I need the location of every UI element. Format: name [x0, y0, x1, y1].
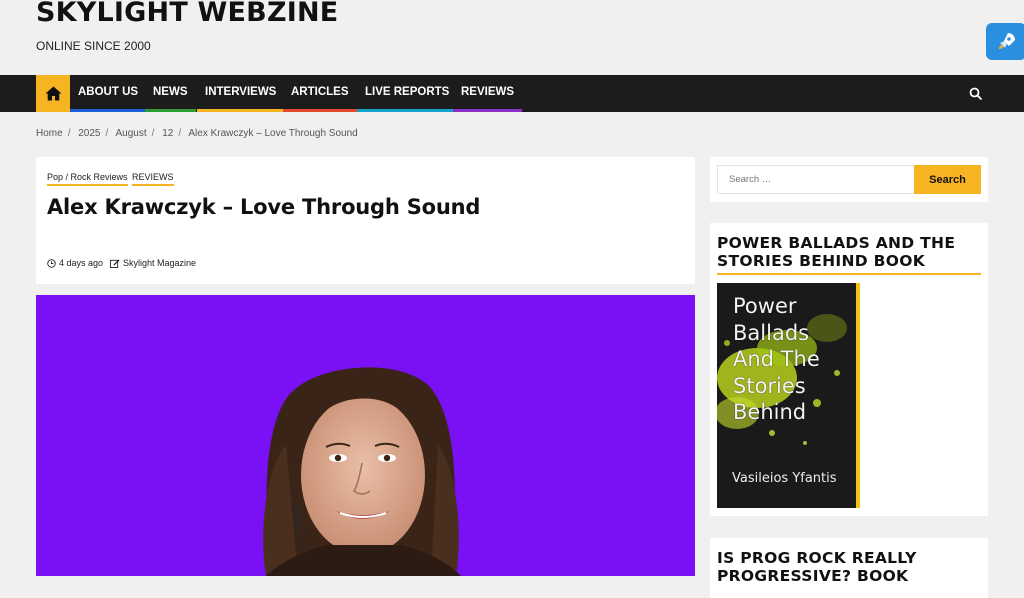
featured-image [36, 295, 695, 576]
nav-item-reviews[interactable]: REVIEWS [453, 75, 523, 112]
nav-search-button[interactable] [968, 86, 984, 102]
post-date-text: 4 days ago [59, 258, 104, 268]
category-link-reviews[interactable]: REVIEWS [132, 172, 174, 186]
nav-item-label: NEWS [153, 86, 188, 98]
nav-item-label: INTERVIEWS [205, 86, 277, 98]
breadcrumb-day[interactable]: 12 [162, 128, 173, 139]
nav-item-label: REVIEWS [461, 86, 515, 98]
category-link-pop-rock[interactable]: Pop / Rock Reviews [47, 172, 128, 186]
widget-title-text: IS PROG ROCK REALLY PROGRESSIVE? BOOK [717, 549, 917, 585]
article-header: Pop / Rock Reviews REVIEWS Alex Krawczyk… [36, 157, 695, 284]
widget-title: IS PROG ROCK REALLY PROGRESSIVE? BOOK [717, 549, 981, 587]
nav-underline [70, 109, 147, 112]
nav-underline [357, 109, 458, 112]
book-cover[interactable]: Power Ballads And The Stories Behind Vas… [717, 283, 860, 508]
search-input[interactable] [717, 165, 915, 194]
site-title[interactable]: SKYLIGHT WEBZINE [36, 0, 338, 28]
nav-underline [145, 109, 196, 112]
search-icon [969, 87, 982, 100]
nav-item-articles[interactable]: ARTICLES [283, 75, 357, 112]
widget-title-underline [717, 273, 981, 275]
main-nav: ABOUT US NEWS INTERVIEWS ARTICLES LIVE R… [0, 75, 1024, 112]
book-title: Power Ballads And The Stories Behind [733, 294, 820, 424]
search-button[interactable]: Search [914, 165, 981, 194]
nav-item-news[interactable]: NEWS [145, 75, 196, 112]
nav-item-interviews[interactable]: INTERVIEWS [197, 75, 285, 112]
home-button[interactable] [36, 75, 70, 112]
widget-title-text: POWER BALLADS AND THE STORIES BEHIND BOO… [717, 234, 956, 270]
breadcrumb-month[interactable]: August [116, 128, 147, 139]
sidebar-search-widget: Search [710, 157, 988, 202]
nav-item-label: ARTICLES [291, 86, 349, 98]
breadcrumb: Home/ 2025/ August/ 12/ Alex Krawczyk – … [36, 128, 358, 139]
nav-item-live-reports[interactable]: LIVE REPORTS [357, 75, 458, 112]
breadcrumb-year[interactable]: 2025 [78, 128, 100, 139]
edit-icon [110, 258, 120, 268]
site-tagline: ONLINE SINCE 2000 [36, 39, 151, 53]
home-icon [45, 86, 61, 101]
book-author: Vasileios Yfantis [732, 471, 837, 486]
nav-underline [453, 109, 523, 112]
book-spine [856, 283, 860, 508]
site-header: SKYLIGHT WEBZINE ONLINE SINCE 2000 [0, 0, 1024, 75]
breadcrumb-current: Alex Krawczyk – Love Through Sound [188, 128, 358, 139]
book-widget-power-ballads: POWER BALLADS AND THE STORIES BEHIND BOO… [710, 223, 988, 516]
post-date[interactable]: 4 days ago [47, 258, 103, 268]
post-author-text: Skylight Magazine [123, 258, 197, 268]
clock-icon [47, 258, 56, 268]
portrait-photo [263, 367, 461, 576]
post-author[interactable]: Skylight Magazine [110, 258, 196, 268]
nav-item-about-us[interactable]: ABOUT US [70, 75, 147, 112]
widget-title: POWER BALLADS AND THE STORIES BEHIND BOO… [717, 234, 981, 275]
nav-item-label: LIVE REPORTS [365, 86, 450, 98]
book-widget-prog-rock: IS PROG ROCK REALLY PROGRESSIVE? BOOK [710, 538, 988, 598]
nav-underline [197, 109, 285, 112]
nav-item-label: ABOUT US [78, 86, 139, 98]
rocket-icon[interactable] [986, 23, 1024, 60]
nav-underline [283, 109, 357, 112]
article-title: Alex Krawczyk – Love Through Sound [47, 195, 481, 219]
breadcrumb-home[interactable]: Home [36, 128, 63, 139]
